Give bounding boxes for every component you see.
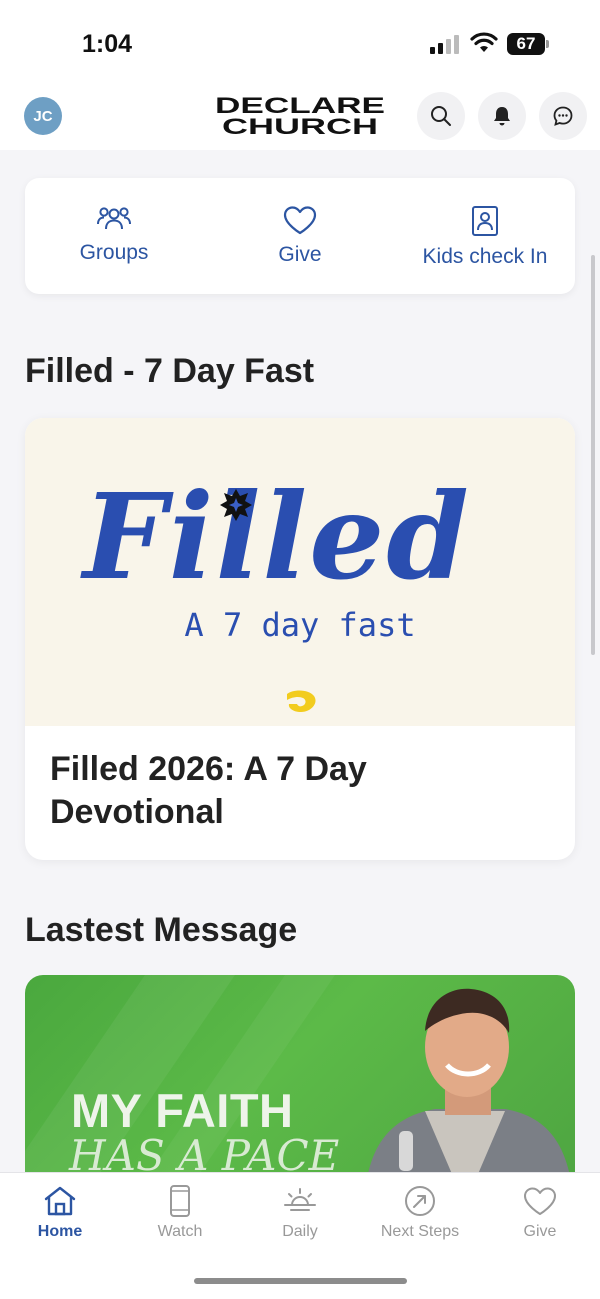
tab-give[interactable]: Give (480, 1185, 600, 1241)
featured-card[interactable]: Filled A 7 day fast Filled 2026: A 7 Day… (25, 418, 575, 860)
chat-icon (553, 106, 573, 126)
home-icon (44, 1186, 76, 1216)
featured-image-subtitle: A 7 day fast (184, 606, 416, 644)
avatar[interactable]: JC (24, 97, 62, 135)
declare-church-logo: DECLARE CHURCH (215, 94, 385, 136)
groups-icon (97, 207, 131, 230)
battery-icon: 67 (507, 33, 549, 55)
quick-action-give[interactable]: Give (220, 178, 380, 294)
quick-action-label: Give (278, 243, 322, 266)
battery-level: 67 (516, 34, 536, 53)
tab-label: Give (523, 1223, 557, 1240)
tab-label: Next Steps (380, 1223, 460, 1240)
tab-next-steps[interactable]: Next Steps (360, 1185, 480, 1241)
latest-section-title: Lastest Message (25, 911, 298, 949)
signal-icon (430, 34, 462, 54)
phone-icon (170, 1185, 190, 1217)
tab-watch[interactable]: Watch (120, 1185, 240, 1241)
messages-button[interactable] (539, 92, 587, 140)
quick-action-kids-check-in[interactable]: Kids check In (405, 178, 565, 294)
featured-image: Filled A 7 day fast (25, 418, 575, 726)
wifi-icon (470, 32, 498, 52)
scrollbar[interactable] (591, 255, 595, 655)
quick-action-label: Kids check In (422, 245, 548, 268)
tab-label: Home (37, 1223, 83, 1240)
badge-icon (472, 206, 498, 236)
featured-card-title: Filled 2026: A 7 Day Devotional (50, 750, 367, 831)
app-header: JC DECLARE CHURCH (0, 80, 600, 150)
latest-message-card[interactable]: MY FAITH HAS A PACE (25, 975, 575, 1195)
arrow-circle-icon (405, 1186, 435, 1216)
tab-daily[interactable]: Daily (240, 1185, 360, 1241)
notifications-button[interactable] (478, 92, 526, 140)
star-icon (220, 489, 252, 521)
logo-line2: CHURCH (222, 114, 378, 136)
status-time: 1:04 (82, 30, 133, 58)
heart-icon (283, 206, 317, 235)
speaker-photo (365, 988, 573, 1195)
tab-label: Daily (282, 1223, 318, 1240)
search-button[interactable] (417, 92, 465, 140)
featured-image-title: Filled (83, 467, 471, 606)
heart-icon (524, 1187, 556, 1215)
sunrise-icon (284, 1188, 316, 1211)
status-bar: 1:04 67 (0, 0, 600, 80)
message-title-line1: MY FAITH (71, 1084, 294, 1137)
bell-icon (494, 107, 510, 126)
home-indicator[interactable] (194, 1278, 407, 1284)
declare-mark-icon (287, 690, 316, 712)
search-icon (431, 106, 451, 126)
quick-actions: Groups Give Kids check In (25, 178, 575, 294)
featured-section-title: Filled - 7 Day Fast (25, 352, 315, 390)
quick-action-label: Groups (79, 241, 149, 264)
quick-action-groups[interactable]: Groups (34, 178, 194, 294)
tab-home[interactable]: Home (0, 1185, 120, 1241)
tab-label: Watch (157, 1223, 203, 1240)
